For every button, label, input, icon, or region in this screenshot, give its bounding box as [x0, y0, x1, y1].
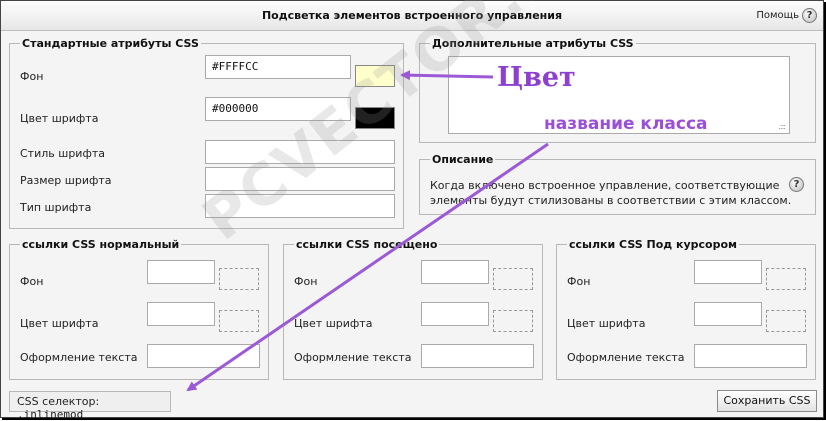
annotation-color-label: Цвет [497, 62, 576, 93]
annotation-arrows [186, 70, 549, 392]
class-name-arrow [186, 142, 549, 392]
color-arrow [400, 70, 494, 81]
annotation-class-name-label: название класса [544, 114, 708, 134]
